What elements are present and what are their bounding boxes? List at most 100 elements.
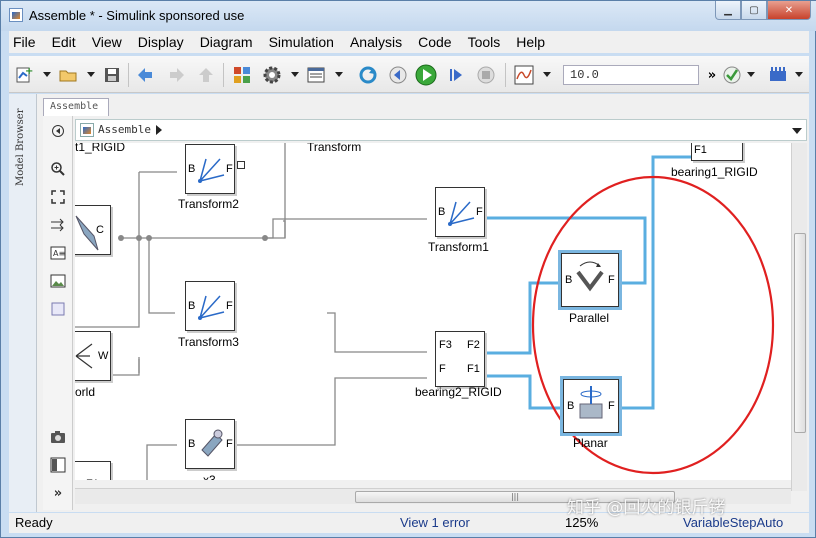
model-icon xyxy=(80,123,94,137)
menu-file[interactable]: File xyxy=(9,34,44,50)
address-bar[interactable]: Assemble xyxy=(75,119,807,141)
world-label: orld xyxy=(75,385,96,399)
address-dropdown-icon[interactable] xyxy=(792,128,802,134)
planar-joint-block[interactable]: B F xyxy=(563,379,619,433)
partial-rigid-block[interactable]: F1 xyxy=(75,461,111,480)
update-diagram-icon[interactable] xyxy=(357,64,379,86)
port-f1: F1 xyxy=(86,478,99,480)
window-controls: ▁ ▢ ✕ xyxy=(715,1,811,21)
status-ready: Ready xyxy=(15,515,53,530)
tab-assemble[interactable]: Assemble xyxy=(43,98,109,116)
port-f: F xyxy=(226,300,233,312)
new-model-dropdown-icon[interactable] xyxy=(43,72,51,77)
palette-expand-icon[interactable]: » xyxy=(49,484,67,502)
parallel-joint-block[interactable]: B F xyxy=(561,253,619,307)
hardware-board-icon[interactable] xyxy=(767,64,789,86)
stop-time-input[interactable]: 10.0 xyxy=(563,65,699,85)
port-b: B xyxy=(438,206,446,218)
area-icon[interactable] xyxy=(49,300,67,318)
menu-code[interactable]: Code xyxy=(410,34,459,50)
port-b: B xyxy=(565,274,573,286)
address-path[interactable]: Assemble xyxy=(98,123,151,136)
diagram-canvas[interactable]: t1_RIGID Transform C W orld B F Transfor… xyxy=(75,143,797,480)
port-f1: F1 xyxy=(694,144,707,156)
status-errors-link[interactable]: View 1 error xyxy=(400,515,470,530)
library-browser-icon[interactable] xyxy=(231,64,253,86)
bearing1-label: bearing1_RIGID xyxy=(671,165,758,179)
transform2-label: Transform2 xyxy=(178,197,239,211)
hide-browser-icon[interactable] xyxy=(49,122,67,140)
zoom-in-icon[interactable] xyxy=(49,160,67,178)
vertical-scrollbar[interactable] xyxy=(791,143,807,491)
transform3-block[interactable]: B F xyxy=(185,281,235,331)
image-icon[interactable] xyxy=(49,272,67,290)
vertical-scroll-thumb[interactable] xyxy=(794,233,806,433)
run-icon[interactable] xyxy=(415,64,437,86)
breadcrumb-arrow-icon[interactable] xyxy=(156,125,162,135)
svg-text:+: + xyxy=(25,66,33,77)
menu-display[interactable]: Display xyxy=(130,34,192,50)
junction-dot xyxy=(146,235,152,241)
planar-label: Planar xyxy=(573,436,608,450)
forward-arrow-icon[interactable] xyxy=(165,64,187,86)
menu-help[interactable]: Help xyxy=(508,34,553,50)
menu-view[interactable]: View xyxy=(84,34,130,50)
diagram-palette: A≡ » xyxy=(43,116,73,510)
menu-diagram[interactable]: Diagram xyxy=(192,34,261,50)
maximize-button[interactable]: ▢ xyxy=(741,1,767,20)
transform2-block[interactable]: B F xyxy=(185,144,235,194)
menu-edit[interactable]: Edit xyxy=(44,34,84,50)
scope-dropdown-icon[interactable] xyxy=(543,72,551,77)
step-back-icon[interactable] xyxy=(387,64,409,86)
save-icon[interactable] xyxy=(101,64,123,86)
close-button[interactable]: ✕ xyxy=(767,1,811,20)
signal-arrows-icon[interactable] xyxy=(49,216,67,234)
toolbar: + 10.0 » xyxy=(9,56,809,93)
toolbar-separator xyxy=(128,63,129,87)
port-b: B xyxy=(567,400,575,412)
toolbar-separator xyxy=(505,63,506,87)
model-advisor-check-icon[interactable] xyxy=(721,64,743,86)
bearing2-rigid-block[interactable]: F3 F2 F F1 xyxy=(435,331,485,387)
port-w: W xyxy=(98,350,109,362)
partial-block-label: t1_RIGID xyxy=(75,143,126,154)
settings-dropdown-icon[interactable] xyxy=(291,72,299,77)
fit-to-view-icon[interactable] xyxy=(49,188,67,206)
model-browser-label: Model Browser xyxy=(15,108,26,187)
menu-simulation[interactable]: Simulation xyxy=(261,34,342,50)
simulink-app-icon xyxy=(9,8,23,22)
toolbar-overflow-icon[interactable]: » xyxy=(701,64,723,86)
minimize-button[interactable]: ▁ xyxy=(715,1,741,20)
up-arrow-icon[interactable] xyxy=(195,64,217,86)
port-f: F xyxy=(226,438,233,450)
world-block-partial[interactable]: W xyxy=(75,331,111,381)
menu-analysis[interactable]: Analysis xyxy=(342,34,410,50)
transform1-block[interactable]: B F xyxy=(435,187,485,237)
explorer-dropdown-icon[interactable] xyxy=(335,72,343,77)
screenshot-camera-icon[interactable] xyxy=(49,428,67,446)
port-b: B xyxy=(188,300,196,312)
step-forward-icon[interactable] xyxy=(445,64,467,86)
new-model-icon[interactable]: + xyxy=(13,64,35,86)
open-folder-icon[interactable] xyxy=(57,64,79,86)
annotation-icon[interactable]: A≡ xyxy=(49,244,67,262)
x3-joint-block[interactable]: B F xyxy=(185,419,235,469)
stop-icon[interactable] xyxy=(475,64,497,86)
x3-label: x3 xyxy=(203,473,216,480)
advisor-dropdown-icon[interactable] xyxy=(747,72,755,77)
property-inspector-icon[interactable] xyxy=(49,456,67,474)
bearing1-rigid-block[interactable]: F1 xyxy=(691,143,743,161)
toolbar-separator xyxy=(223,63,224,87)
hardware-dropdown-icon[interactable] xyxy=(795,72,803,77)
model-browser-strip[interactable]: Model Browser xyxy=(9,94,37,512)
joint-block-partial[interactable]: C xyxy=(75,205,111,255)
model-explorer-icon[interactable] xyxy=(305,64,327,86)
junction-dot xyxy=(118,235,124,241)
open-dropdown-icon[interactable] xyxy=(87,72,95,77)
watermark-text: 知乎 @回火的银斤铐 xyxy=(567,498,726,518)
settings-gear-icon[interactable] xyxy=(261,64,283,86)
back-arrow-icon[interactable] xyxy=(135,64,157,86)
simulink-window: Assemble * - Simulink sponsored use ▁ ▢ … xyxy=(0,0,816,538)
menu-tools[interactable]: Tools xyxy=(460,34,509,50)
scope-icon[interactable] xyxy=(513,64,535,86)
